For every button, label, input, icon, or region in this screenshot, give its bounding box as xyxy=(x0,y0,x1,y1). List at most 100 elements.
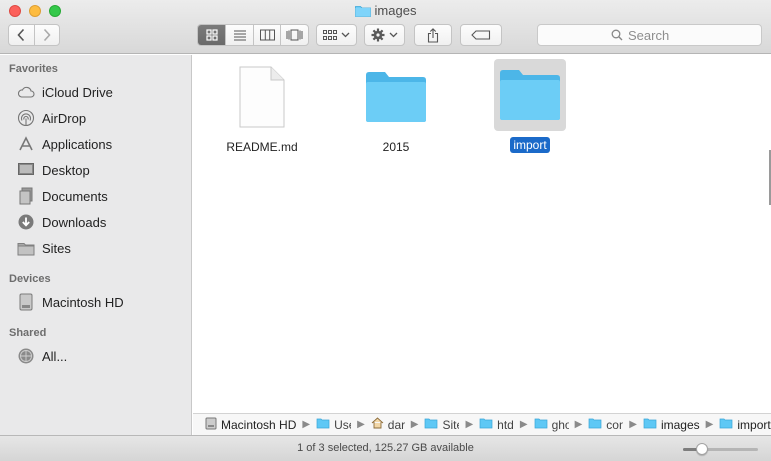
edit-tags-button[interactable] xyxy=(460,24,502,46)
folder-icon xyxy=(16,238,36,258)
sidebar-item-label: Sites xyxy=(42,240,71,256)
folder-icon xyxy=(360,61,432,133)
path-crumb[interactable]: import xyxy=(719,417,771,432)
path-crumb[interactable]: Use xyxy=(316,417,351,432)
chevron-down-icon xyxy=(389,32,398,38)
sidebar-item-label: Applications xyxy=(42,136,113,152)
folder-icon xyxy=(643,417,657,432)
back-button[interactable] xyxy=(9,25,34,45)
gear-icon xyxy=(371,28,385,42)
search-icon xyxy=(611,29,623,41)
sidebar-item-icloud-drive[interactable]: iCloud Drive xyxy=(16,81,186,103)
chevron-right-icon: ▶ xyxy=(357,419,365,430)
sidebar-item-airdrop[interactable]: AirDrop xyxy=(16,107,186,129)
file-item-readme[interactable]: README.md xyxy=(207,61,317,155)
path-crumb[interactable]: images xyxy=(643,417,700,432)
columns-icon xyxy=(259,29,275,41)
sidebar-item-label: All... xyxy=(42,348,68,364)
sidebar-item-sites[interactable]: Sites xyxy=(16,237,186,259)
sidebar-heading-favorites: Favorites xyxy=(9,63,58,75)
document-icon xyxy=(226,61,298,133)
path-crumb-label: dar xyxy=(387,417,405,432)
folder-icon xyxy=(494,59,566,131)
sites-folder-icon xyxy=(424,417,438,432)
chevron-down-icon xyxy=(341,32,350,38)
status-bar: 1 of 3 selected, 125.27 GB available xyxy=(0,435,771,461)
folder-icon xyxy=(588,417,602,432)
path-crumb[interactable]: gho xyxy=(534,417,569,432)
tag-icon xyxy=(471,30,491,40)
chevron-right-icon: ▶ xyxy=(705,419,714,430)
file-name: README.md xyxy=(226,140,298,154)
sidebar-item-desktop[interactable]: Desktop xyxy=(16,159,186,181)
icon-view-button[interactable] xyxy=(198,25,226,45)
share-button[interactable] xyxy=(414,24,452,46)
hard-drive-icon xyxy=(205,417,217,433)
column-view-button[interactable] xyxy=(252,25,281,45)
cover-flow-button[interactable] xyxy=(280,25,308,45)
path-crumb-label: Site xyxy=(442,417,459,432)
cloud-icon xyxy=(16,82,36,102)
sidebar-heading-shared: Shared xyxy=(9,327,47,339)
navigation-buttons xyxy=(8,24,60,46)
forward-button[interactable] xyxy=(33,25,59,45)
cover-flow-icon xyxy=(286,29,303,41)
documents-icon xyxy=(16,186,36,206)
list-icon xyxy=(233,30,246,41)
chevron-right-icon: ▶ xyxy=(465,419,474,430)
path-crumb[interactable]: con xyxy=(588,417,623,432)
sidebar-item-all-shared[interactable]: All... xyxy=(16,345,186,367)
window-title-text: images xyxy=(374,3,417,18)
path-crumb[interactable]: dar xyxy=(371,417,405,432)
sidebar: Favorites iCloud Drive AirDrop Applicati… xyxy=(0,55,192,440)
chevron-left-icon xyxy=(17,28,25,42)
view-mode-buttons xyxy=(197,24,309,46)
list-view-button[interactable] xyxy=(225,25,253,45)
share-icon xyxy=(427,27,439,43)
search-input[interactable] xyxy=(628,27,688,43)
arrange-button[interactable] xyxy=(316,24,357,46)
hard-drive-icon xyxy=(16,292,36,312)
folder-icon xyxy=(479,417,493,432)
sidebar-item-macintosh-hd[interactable]: Macintosh HD xyxy=(16,291,186,313)
folder-icon xyxy=(719,417,733,432)
sidebar-item-label: Downloads xyxy=(42,214,107,230)
finder-window: images Search Favorites iCloud Drive Air… xyxy=(0,0,771,461)
search-field[interactable] xyxy=(537,24,762,46)
action-button[interactable] xyxy=(364,24,405,46)
slider-thumb[interactable] xyxy=(695,443,708,455)
sidebar-item-applications[interactable]: Applications xyxy=(16,133,186,155)
path-crumb-label: Macintosh HD xyxy=(221,417,297,432)
sidebar-item-downloads[interactable]: Downloads xyxy=(16,211,186,233)
folder-icon xyxy=(534,417,548,432)
home-icon xyxy=(371,417,384,432)
folder-icon xyxy=(354,4,371,20)
sidebar-item-label: iCloud Drive xyxy=(42,84,113,100)
path-crumb[interactable]: Site xyxy=(424,417,459,432)
icon-size-slider[interactable] xyxy=(683,443,758,455)
file-item-2015[interactable]: 2015 xyxy=(341,61,451,155)
icon-grid-icon xyxy=(206,29,218,41)
path-crumb-label: Use xyxy=(334,417,351,432)
file-name: import xyxy=(510,137,550,153)
downloads-icon xyxy=(16,212,36,232)
file-name: 2015 xyxy=(382,140,410,154)
path-crumb[interactable]: htd xyxy=(479,417,514,432)
chevron-right-icon: ▶ xyxy=(302,419,311,430)
file-browser[interactable]: README.md 2015 import xyxy=(193,55,771,413)
file-item-import[interactable]: import xyxy=(475,59,585,153)
sidebar-heading-devices: Devices xyxy=(9,273,51,285)
path-bar: Macintosh HD ▶ Use ▶ dar ▶ Site ▶ htd ▶ … xyxy=(193,413,771,435)
sidebar-item-label: AirDrop xyxy=(42,110,87,126)
network-icon xyxy=(16,346,36,366)
path-crumb[interactable]: Macintosh HD xyxy=(205,417,296,433)
path-crumb-label: images xyxy=(660,417,700,432)
sidebar-item-label: Macintosh HD xyxy=(42,294,124,310)
applications-icon xyxy=(16,134,36,154)
arrange-grid-icon xyxy=(323,29,337,40)
chevron-right-icon xyxy=(43,28,51,42)
chevron-right-icon: ▶ xyxy=(519,419,528,430)
sidebar-item-documents[interactable]: Documents xyxy=(16,185,186,207)
toolbar: images xyxy=(0,0,771,54)
airdrop-icon xyxy=(16,108,36,128)
